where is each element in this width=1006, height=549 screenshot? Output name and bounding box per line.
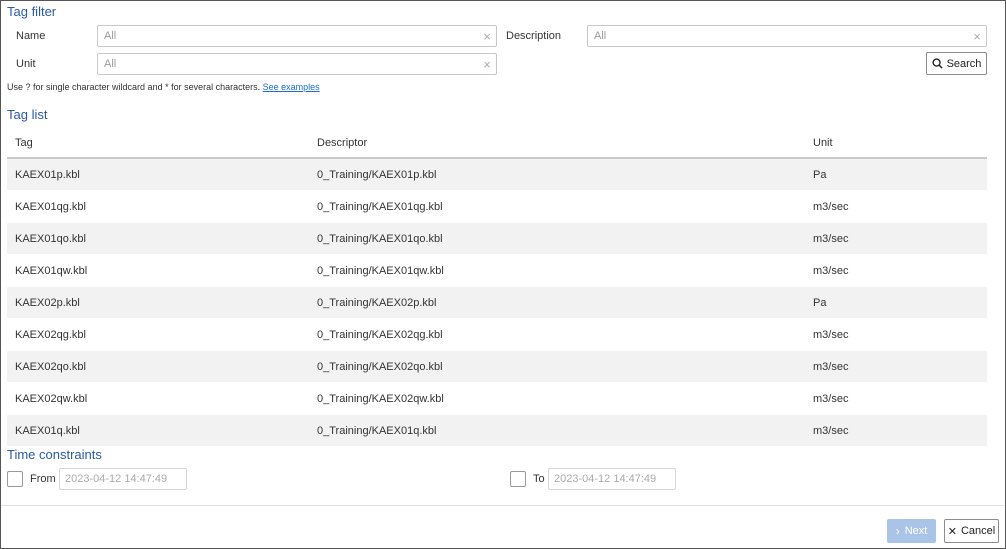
cell-unit: m3/sec <box>805 318 987 351</box>
to-date-input[interactable]: 2023-04-12 14:47:49 <box>548 468 676 490</box>
wildcard-hint: Use ? for single character wildcard and … <box>7 82 320 92</box>
clear-unit-icon[interactable]: × <box>478 57 496 72</box>
table-row[interactable]: KAEX01qo.kbl 0_Training/KAEX01qo.kbl m3/… <box>7 222 987 255</box>
unit-label: Unit <box>16 58 36 70</box>
close-icon: ✕ <box>947 525 957 538</box>
cell-unit: m3/sec <box>805 222 987 255</box>
cell-tag: KAEX01p.kbl <box>7 158 309 191</box>
cell-tag: KAEX01qw.kbl <box>7 254 309 287</box>
cell-unit: m3/sec <box>805 190 987 223</box>
cell-descriptor: 0_Training/KAEX02qg.kbl <box>309 318 805 351</box>
time-constraints-title: Time constraints <box>7 447 102 462</box>
cell-descriptor: 0_Training/KAEX01qg.kbl <box>309 190 805 223</box>
tag-table: Tag Descriptor Unit KAEX01p.kbl 0_Traini… <box>7 128 987 447</box>
search-icon <box>931 58 943 69</box>
wildcard-hint-text: Use ? for single character wildcard and … <box>7 82 261 92</box>
search-button[interactable]: Search <box>926 52 987 75</box>
to-checkbox[interactable] <box>510 471 526 487</box>
unit-input-value: All <box>104 58 117 70</box>
cell-tag: KAEX02qo.kbl <box>7 350 309 383</box>
cell-tag: KAEX01q.kbl <box>7 414 309 447</box>
tag-table-header: Tag Descriptor Unit <box>7 128 987 159</box>
description-input[interactable]: All × <box>587 25 987 47</box>
cell-tag: KAEX01qo.kbl <box>7 222 309 255</box>
from-checkbox[interactable] <box>7 471 23 487</box>
name-input-value: All <box>104 30 117 42</box>
cell-tag: KAEX02qw.kbl <box>7 382 309 415</box>
cancel-button[interactable]: ✕ Cancel <box>944 519 999 543</box>
cell-descriptor: 0_Training/KAEX01qo.kbl <box>309 222 805 255</box>
from-date-input[interactable]: 2023-04-12 14:47:49 <box>59 468 187 490</box>
cell-tag: KAEX02p.kbl <box>7 286 309 319</box>
cell-tag: KAEX01qg.kbl <box>7 190 309 223</box>
table-row[interactable]: KAEX01qg.kbl 0_Training/KAEX01qg.kbl m3/… <box>7 190 987 223</box>
table-row[interactable]: KAEX01qw.kbl 0_Training/KAEX01qw.kbl m3/… <box>7 254 987 287</box>
cell-unit: Pa <box>805 286 987 319</box>
cell-descriptor: 0_Training/KAEX02p.kbl <box>309 286 805 319</box>
cell-descriptor: 0_Training/KAEX01q.kbl <box>309 414 805 447</box>
to-label: To <box>533 473 545 485</box>
column-header-tag[interactable]: Tag <box>7 128 309 159</box>
table-row[interactable]: KAEX02qo.kbl 0_Training/KAEX02qo.kbl m3/… <box>7 350 987 383</box>
next-button[interactable]: › Next <box>887 519 936 543</box>
footer-divider <box>1 505 1004 506</box>
table-row[interactable]: KAEX02p.kbl 0_Training/KAEX02p.kbl Pa <box>7 286 987 319</box>
clear-description-icon[interactable]: × <box>968 29 986 44</box>
description-label: Description <box>506 30 562 42</box>
column-header-descriptor[interactable]: Descriptor <box>309 128 805 159</box>
cell-descriptor: 0_Training/KAEX01qw.kbl <box>309 254 805 287</box>
cell-descriptor: 0_Training/KAEX01p.kbl <box>309 158 805 191</box>
description-input-value: All <box>594 30 607 42</box>
from-label: From <box>30 473 56 485</box>
cancel-button-label: Cancel <box>960 525 996 537</box>
cell-descriptor: 0_Training/KAEX02qw.kbl <box>309 382 805 415</box>
cell-tag: KAEX02qg.kbl <box>7 318 309 351</box>
see-examples-link[interactable]: See examples <box>263 82 320 92</box>
chevron-right-icon: › <box>895 524 900 538</box>
name-input[interactable]: All × <box>97 25 497 47</box>
column-header-unit[interactable]: Unit <box>805 128 987 159</box>
tag-filter-title: Tag filter <box>7 4 57 19</box>
cell-unit: m3/sec <box>805 414 987 447</box>
cell-unit: m3/sec <box>805 382 987 415</box>
cell-descriptor: 0_Training/KAEX02qo.kbl <box>309 350 805 383</box>
cell-unit: Pa <box>805 158 987 191</box>
table-row[interactable]: KAEX02qw.kbl 0_Training/KAEX02qw.kbl m3/… <box>7 382 987 415</box>
search-button-label: Search <box>946 57 982 70</box>
next-button-label: Next <box>904 525 928 537</box>
table-row[interactable]: KAEX01q.kbl 0_Training/KAEX01q.kbl m3/se… <box>7 414 987 447</box>
table-row[interactable]: KAEX01p.kbl 0_Training/KAEX01p.kbl Pa <box>7 158 987 191</box>
tag-list-title: Tag list <box>7 107 48 122</box>
clear-name-icon[interactable]: × <box>478 29 496 44</box>
cell-unit: m3/sec <box>805 350 987 383</box>
table-row[interactable]: KAEX02qg.kbl 0_Training/KAEX02qg.kbl m3/… <box>7 318 987 351</box>
unit-input[interactable]: All × <box>97 53 497 75</box>
cell-unit: m3/sec <box>805 254 987 287</box>
name-label: Name <box>16 30 46 42</box>
